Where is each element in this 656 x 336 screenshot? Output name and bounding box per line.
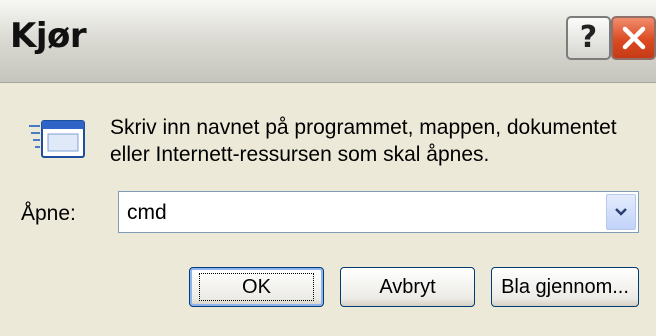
help-icon: ? xyxy=(579,20,598,55)
dropdown-button[interactable] xyxy=(606,194,636,230)
dialog-content: Skriv inn navnet på programmet, mappen, … xyxy=(0,83,656,336)
chevron-down-icon xyxy=(615,208,627,216)
open-input[interactable] xyxy=(127,200,597,226)
run-dialog: Kjør ? Skriv inn navnet på programmet, m… xyxy=(0,0,656,336)
ok-button[interactable]: OK xyxy=(189,267,324,307)
open-combobox[interactable] xyxy=(118,191,639,233)
title-bar[interactable]: Kjør ? xyxy=(0,0,656,83)
ok-label: OK xyxy=(199,273,314,301)
close-icon xyxy=(622,26,645,50)
instruction-text: Skriv inn navnet på programmet, mappen, … xyxy=(110,116,617,166)
cancel-button[interactable]: Avbryt xyxy=(340,267,475,307)
close-button[interactable] xyxy=(611,16,656,60)
run-icon xyxy=(29,120,85,158)
help-button[interactable]: ? xyxy=(566,16,611,60)
open-label: Åpne: xyxy=(21,202,76,225)
browse-button[interactable]: Bla gjennom... xyxy=(491,267,639,307)
window-title: Kjør xyxy=(10,16,87,56)
